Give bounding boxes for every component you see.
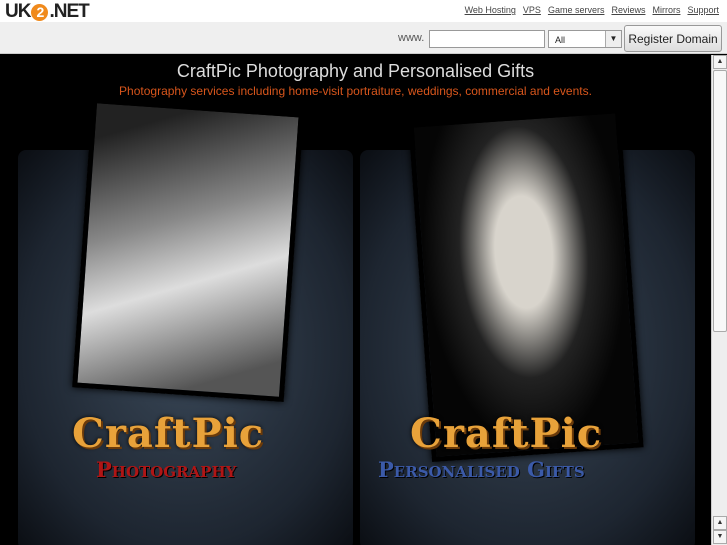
link-reviews[interactable]: Reviews bbox=[611, 5, 645, 15]
craftpic-brand-gifts[interactable]: CraftPic bbox=[410, 410, 602, 457]
top-bar: UK 2 .NET Web Hosting VPS Game servers Rev… bbox=[0, 0, 727, 22]
link-vps[interactable]: VPS bbox=[523, 5, 541, 15]
link-game-servers[interactable]: Game servers bbox=[548, 5, 605, 15]
www-label: www. bbox=[398, 32, 425, 44]
link-mirrors[interactable]: Mirrors bbox=[652, 5, 680, 15]
domain-search-bar: www. All ▼ Register Domain bbox=[0, 22, 727, 54]
link-support[interactable]: Support bbox=[687, 5, 719, 15]
top-links: Web Hosting VPS Game servers Reviews Mir… bbox=[465, 5, 719, 15]
uk2-logo[interactable]: UK 2 .NET bbox=[5, 1, 90, 23]
scrollbar[interactable]: ▲ ▲ ▼ bbox=[711, 55, 727, 545]
logo-circle: 2 bbox=[31, 3, 49, 21]
page-title: CraftPic Photography and Personalised Gi… bbox=[176, 61, 535, 81]
scroll-down-icon[interactable]: ▼ bbox=[713, 530, 727, 544]
chevron-down-icon[interactable]: ▼ bbox=[605, 31, 621, 47]
wedding-photo[interactable] bbox=[72, 97, 304, 403]
scroll-thumb[interactable] bbox=[713, 70, 727, 332]
gifts-tagline[interactable]: Personalised Gifts bbox=[378, 457, 585, 482]
tld-selected: All bbox=[555, 35, 566, 45]
child-towel-photo[interactable] bbox=[408, 108, 644, 462]
photography-tagline[interactable]: Photography bbox=[96, 457, 236, 482]
craftpic-brand-photography[interactable]: CraftPic bbox=[72, 410, 264, 457]
register-domain-button[interactable]: Register Domain bbox=[624, 25, 722, 52]
domain-input[interactable] bbox=[429, 30, 545, 48]
page-subtitle: Photography services including home-visi… bbox=[119, 84, 592, 98]
scroll-up-icon[interactable]: ▲ bbox=[713, 516, 727, 530]
logo-text: .NET bbox=[49, 1, 89, 22]
tld-select[interactable]: All ▼ bbox=[548, 30, 622, 48]
link-web-hosting[interactable]: Web Hosting bbox=[465, 5, 516, 15]
logo-text: UK bbox=[5, 1, 31, 22]
scroll-up-icon[interactable]: ▲ bbox=[713, 55, 727, 69]
